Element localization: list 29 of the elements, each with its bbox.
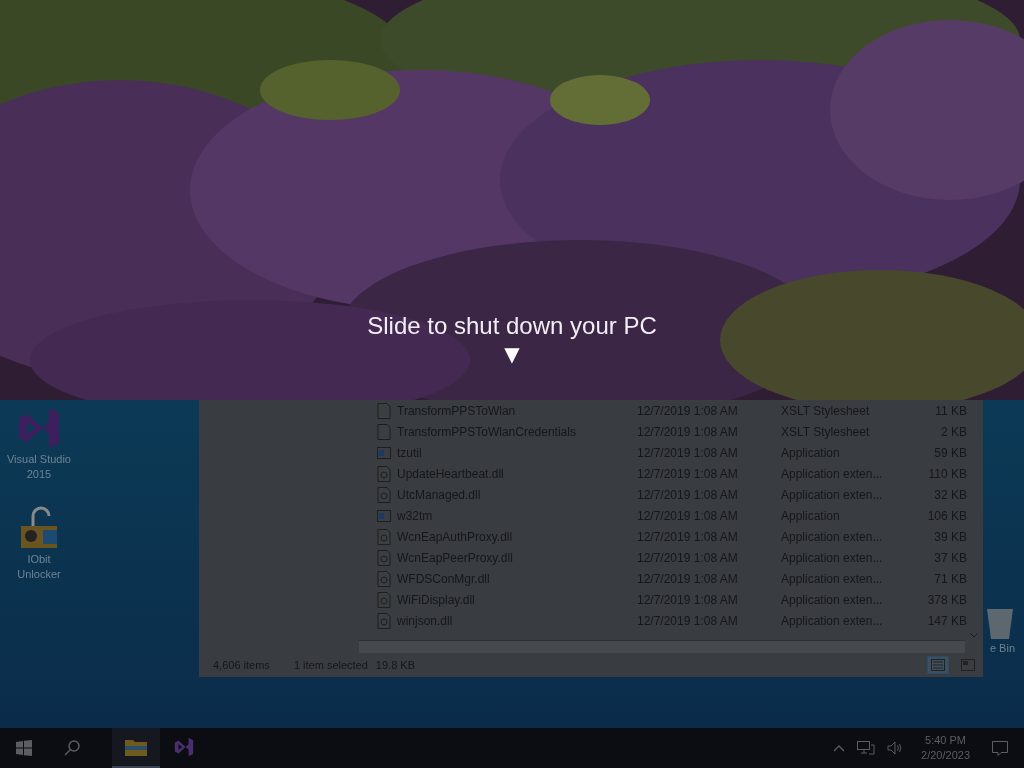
speaker-icon[interactable] xyxy=(887,741,904,755)
shutdown-prompt: Slide to shut down your PC xyxy=(367,312,657,340)
clock-date[interactable]: 2/20/2023 xyxy=(921,748,970,763)
start-icon[interactable] xyxy=(16,740,32,756)
desktop-icon-label[interactable]: Visual Studio 2015 xyxy=(7,452,71,482)
search-icon[interactable] xyxy=(64,740,80,756)
slide-arrow[interactable]: ▼ xyxy=(504,342,520,366)
visual-studio-icon[interactable] xyxy=(173,736,195,758)
details-view-button[interactable] xyxy=(927,656,949,674)
notification-icon[interactable] xyxy=(992,740,1008,756)
folder-icon[interactable] xyxy=(125,738,147,756)
gear-file-icon xyxy=(377,591,391,608)
gear-file-icon xyxy=(377,465,391,482)
network-icon[interactable] xyxy=(857,741,876,755)
gear-file-icon xyxy=(377,549,391,566)
application-icon xyxy=(377,444,391,461)
gear-file-icon xyxy=(377,528,391,545)
application-icon xyxy=(377,507,391,524)
folder-taskbar-button[interactable] xyxy=(112,728,160,768)
clock-time[interactable]: 5:40 PM xyxy=(925,733,966,748)
horizontal-scrollbar[interactable] xyxy=(359,640,965,653)
chevron-down-icon[interactable] xyxy=(970,633,978,638)
desktop-icon-label[interactable]: e Bin xyxy=(989,641,1015,656)
gear-file-icon xyxy=(377,486,391,503)
document-icon xyxy=(377,423,391,440)
gear-file-icon xyxy=(377,612,391,629)
chevron-up-icon[interactable] xyxy=(833,744,846,752)
gear-file-icon xyxy=(377,570,391,587)
desktop-icon-label[interactable]: IObit Unlocker xyxy=(17,552,61,582)
